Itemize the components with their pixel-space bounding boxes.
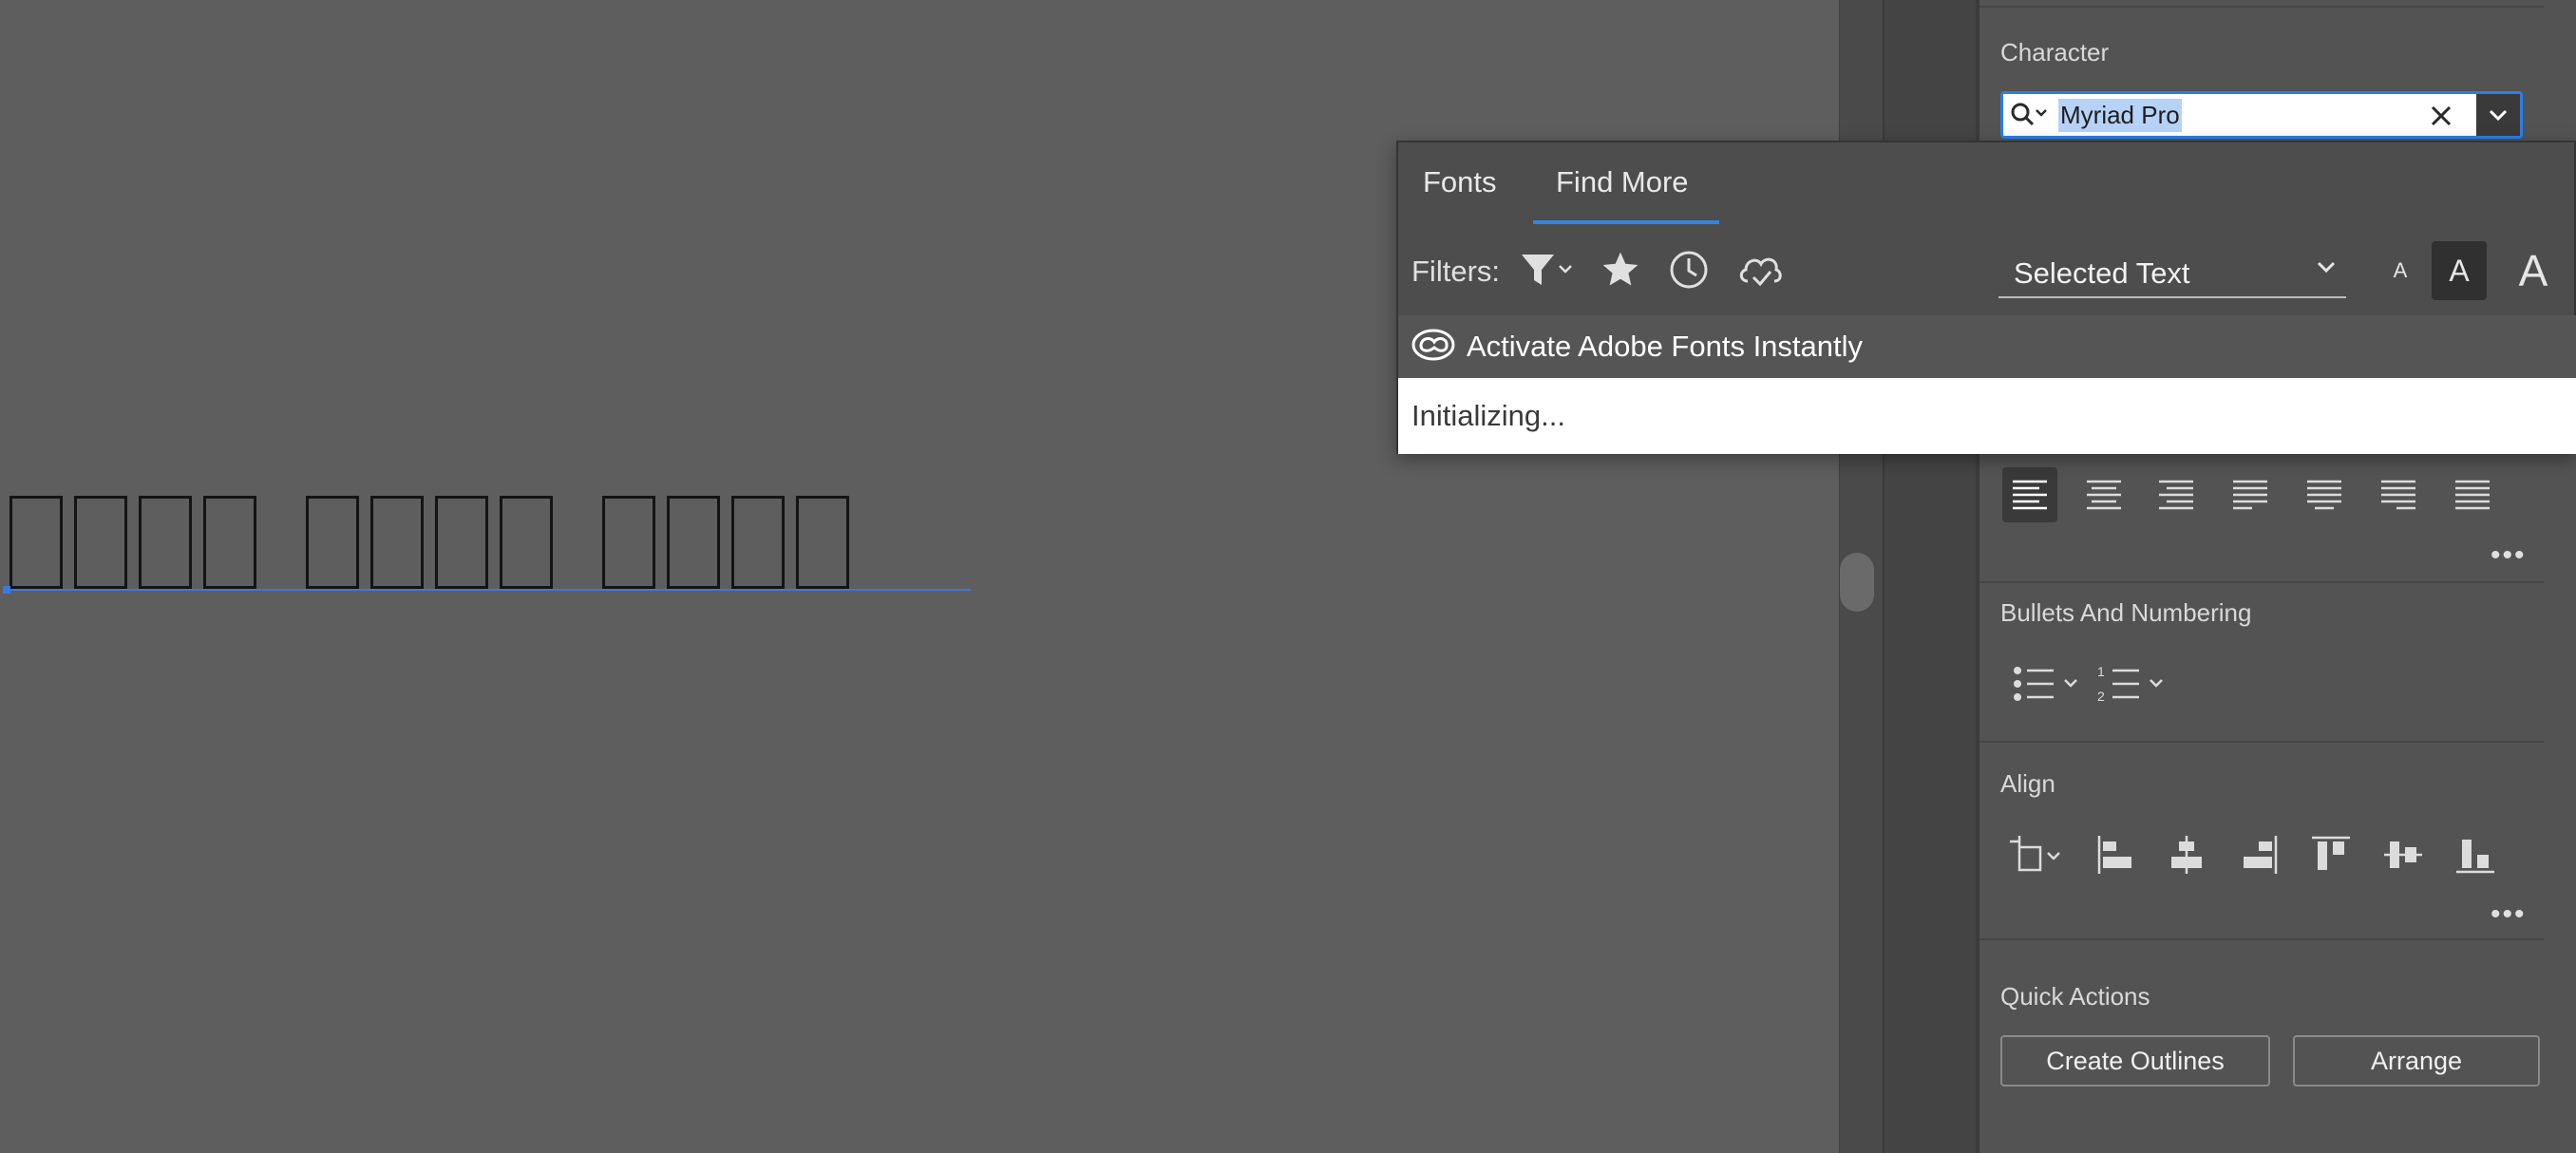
create-outlines-button[interactable]: Create Outlines	[2000, 1035, 2270, 1087]
align-center-icon	[2087, 480, 2121, 510]
align-vertical-centers-icon	[2384, 841, 2422, 868]
svg-text:2: 2	[2097, 689, 2105, 704]
align-left-icon	[2013, 480, 2047, 510]
missing-glyph	[731, 496, 785, 589]
bullet-list-button[interactable]	[2012, 659, 2084, 709]
align-right-edges-button[interactable]	[2234, 830, 2283, 879]
character-section-title: Character	[2000, 38, 2110, 66]
missing-glyph	[500, 496, 553, 589]
scrollbar-thumb[interactable]	[1840, 553, 1874, 612]
font-family-value[interactable]: Myriad Pro	[2058, 98, 2182, 132]
cloud-check-icon[interactable]	[1736, 245, 1786, 294]
align-bottom-edges-button[interactable]	[2451, 830, 2500, 879]
missing-glyph	[203, 496, 256, 589]
clock-icon[interactable]	[1668, 245, 1712, 294]
justify-last-center-button[interactable]	[2297, 467, 2352, 522]
align-left-edges-icon	[2097, 836, 2131, 874]
section-divider	[1979, 6, 2544, 8]
tab-fonts[interactable]: Fonts	[1423, 165, 1497, 199]
align-section-title: Align	[2000, 769, 2055, 798]
missing-glyph	[306, 496, 359, 589]
align-left-edges-button[interactable]	[2092, 830, 2141, 879]
activate-adobe-fonts-row[interactable]: Activate Adobe Fonts Instantly	[1398, 315, 2576, 378]
filter-icon[interactable]	[1520, 245, 1579, 294]
align-horizontal-centers-button[interactable]	[2162, 830, 2211, 879]
text-baseline	[6, 589, 971, 591]
justify-all-icon	[2455, 480, 2490, 510]
section-divider	[1979, 581, 2544, 583]
search-dropdown-icon[interactable]	[2003, 94, 2058, 136]
missing-glyph	[74, 496, 127, 589]
justify-last-center-icon	[2307, 480, 2341, 510]
filters-label: Filters:	[1411, 255, 1500, 288]
sample-size-small-button[interactable]: A	[2377, 241, 2424, 300]
chevron-down-icon[interactable]	[2476, 94, 2520, 136]
quick-actions-section-title: Quick Actions	[2000, 982, 2150, 1011]
align-center-button[interactable]	[2076, 467, 2131, 522]
svg-text:1: 1	[2097, 664, 2105, 679]
tab-find-more[interactable]: Find More	[1556, 165, 1689, 199]
justify-last-right-button[interactable]	[2371, 467, 2426, 522]
missing-glyph-word	[9, 490, 256, 595]
justify-last-left-icon	[2233, 480, 2267, 510]
align-to-selection-button[interactable]	[2006, 830, 2069, 879]
missing-glyph	[139, 496, 192, 589]
justify-last-right-icon	[2381, 480, 2415, 510]
align-top-edges-icon	[2312, 836, 2350, 870]
missing-glyph	[796, 496, 849, 589]
align-left-button[interactable]	[2002, 467, 2057, 522]
missing-glyph-word	[602, 490, 849, 595]
chevron-down-icon	[2316, 260, 2337, 278]
justify-all-button[interactable]	[2445, 467, 2500, 522]
text-frame[interactable]	[9, 490, 849, 595]
align-more-options-button[interactable]: •••	[2491, 898, 2527, 931]
numbered-list-icon: 12	[2097, 664, 2163, 704]
bullets-section-title: Bullets And Numbering	[2000, 598, 2252, 627]
preview-text-value: Selected Text	[2014, 256, 2190, 290]
paragraph-more-options-button[interactable]: •••	[2491, 539, 2527, 572]
align-vertical-centers-button[interactable]	[2378, 830, 2428, 879]
sample-size-large-button[interactable]: A	[2500, 241, 2567, 300]
missing-glyph	[9, 496, 63, 589]
numbered-list-button[interactable]: 12	[2097, 659, 2169, 709]
clear-icon[interactable]	[2425, 100, 2457, 132]
arrange-button[interactable]: Arrange	[2293, 1035, 2540, 1087]
font-list-status: Initializing...	[1398, 378, 2576, 454]
section-divider	[1979, 938, 2544, 940]
align-right-icon	[2159, 480, 2193, 510]
align-to-icon	[2010, 836, 2060, 872]
initializing-status-text: Initializing...	[1411, 399, 1565, 432]
active-tab-indicator	[1533, 220, 1719, 224]
justify-last-left-button[interactable]	[2223, 467, 2278, 522]
missing-glyph	[370, 496, 424, 589]
align-bottom-edges-icon	[2456, 840, 2494, 874]
align-right-edges-icon	[2244, 836, 2278, 874]
preview-text-dropdown[interactable]: Selected Text	[1998, 251, 2346, 298]
section-divider	[1979, 741, 2544, 743]
star-icon[interactable]	[1600, 245, 1643, 294]
missing-glyph	[602, 496, 655, 589]
activate-adobe-fonts-label: Activate Adobe Fonts Instantly	[1467, 330, 1864, 363]
align-horizontal-centers-icon	[2171, 836, 2202, 874]
font-menu-popup: Fonts Find More Filters: Selected Text A…	[1396, 141, 2576, 454]
missing-glyph	[667, 496, 720, 589]
align-top-edges-button[interactable]	[2306, 830, 2356, 879]
missing-glyph-word	[306, 490, 553, 595]
font-family-field[interactable]: Myriad Pro	[2000, 91, 2523, 139]
text-anchor-point[interactable]	[3, 586, 10, 594]
creative-cloud-icon	[1411, 329, 1455, 366]
sample-size-medium-button[interactable]: A	[2432, 241, 2487, 300]
missing-glyph	[435, 496, 488, 589]
bullet-list-icon	[2014, 667, 2077, 701]
align-right-button[interactable]	[2149, 467, 2204, 522]
